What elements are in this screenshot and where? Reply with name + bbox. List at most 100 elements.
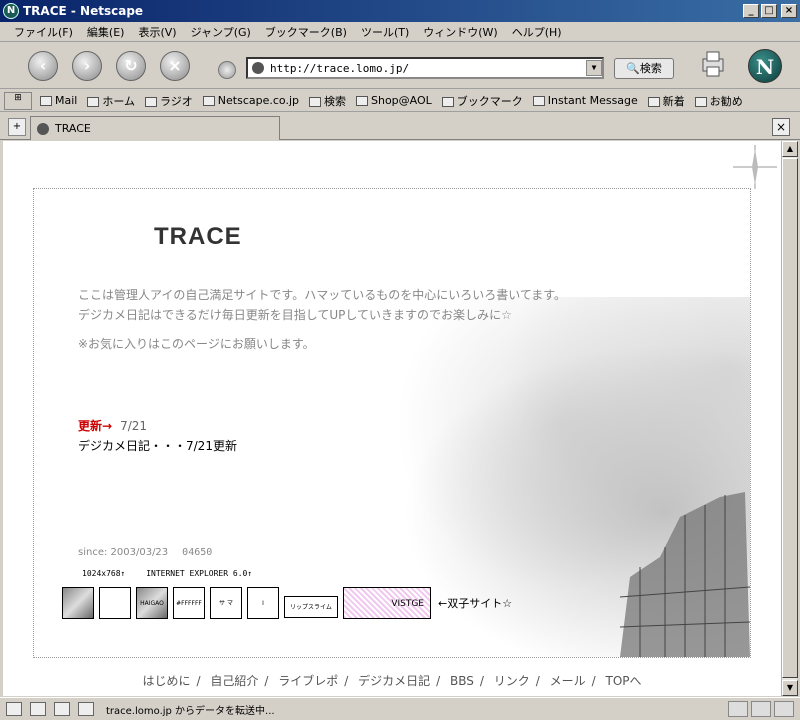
toolbar-home[interactable]: ホーム (87, 93, 135, 109)
url-dropdown-icon[interactable]: ▼ (586, 60, 602, 76)
menu-bar: ファイル(F) 編集(E) 表示(V) ジャンプ(G) ブックマーク(B) ツー… (0, 22, 800, 42)
access-counter: 04650 (182, 547, 213, 558)
scroll-up-icon[interactable]: ▲ (782, 141, 798, 157)
search-button[interactable]: 🔍検索 (614, 58, 674, 79)
tab-trace[interactable]: TRACE (30, 116, 280, 140)
toolbar-radio[interactable]: ラジオ (145, 93, 193, 109)
tab-label: TRACE (55, 122, 91, 135)
tab-bar: + TRACE × (0, 113, 800, 140)
composer-status-icon[interactable] (54, 702, 70, 716)
site-title: TRACE (154, 223, 242, 250)
toolbar-mail[interactable]: Mail (40, 94, 77, 107)
nav-intro[interactable]: はじめに (142, 674, 190, 688)
tab-favicon-icon (37, 122, 49, 135)
menu-tools[interactable]: ツール(T) (361, 24, 409, 40)
url-bar[interactable]: http://trace.lomo.jp/ ▼ (246, 57, 604, 79)
banner-link-vistge[interactable]: VISTGE (343, 587, 431, 619)
link-banners: HAIGAO #FFFFFF サ マ I リップスライム VISTGE ←双子サ… (62, 587, 512, 619)
folder-icon (441, 96, 454, 107)
headphones-icon (145, 96, 158, 107)
stop-button[interactable]: × (160, 50, 190, 81)
banner-link-7[interactable]: リップスライム (284, 596, 338, 618)
banner-link-5[interactable]: サ マ (210, 587, 242, 619)
intro-text: ここは管理人アイの自己満足サイトです。ハマッているものを中心にいろいろ書いてます… (78, 288, 567, 322)
maximize-button[interactable]: □ (761, 4, 777, 18)
toolbar-instant-message[interactable]: Instant Message (532, 94, 638, 107)
shop-icon (356, 96, 368, 106)
nav-profile[interactable]: 自己紹介 (210, 674, 258, 688)
menu-window[interactable]: ウィンドウ(W) (423, 24, 497, 40)
new-tab-icon[interactable]: + (8, 118, 26, 136)
close-window-button[interactable]: × (781, 4, 797, 18)
nav-diary[interactable]: デジカメ日記 (358, 674, 430, 688)
vertical-scrollbar[interactable]: ▲ ▼ (781, 141, 798, 696)
sibling-site-label: ←双子サイト☆ (438, 597, 513, 610)
compass-decoration-icon (733, 145, 777, 189)
banner-link-4[interactable]: #FFFFFF (173, 587, 205, 619)
banner-link-2[interactable] (99, 587, 131, 619)
online-status-icon[interactable] (728, 701, 748, 717)
mail-status-icon[interactable] (6, 702, 22, 716)
forward-button[interactable]: › (72, 50, 102, 81)
status-message: trace.lomo.jp からデータを転送中... (106, 705, 275, 717)
toolbar-grip-icon[interactable]: ⊞ (4, 91, 32, 110)
environment-info: 1024x768↑ INTERNET EXPLORER 6.0↑ (82, 569, 268, 578)
menu-bookmarks[interactable]: ブックマーク(B) (265, 24, 347, 40)
menu-help[interactable]: ヘルプ(H) (512, 24, 562, 40)
status-bar: trace.lomo.jp からデータを転送中... (0, 697, 800, 720)
toolbar-bookmarks[interactable]: ブックマーク (441, 93, 523, 109)
print-icon[interactable] (700, 49, 726, 79)
net-structure-image (620, 492, 750, 657)
bookmark-note: ※お気に入りはこのページにお願いします。 (78, 337, 315, 351)
site-favicon-icon (252, 62, 264, 74)
mail-icon (40, 96, 52, 106)
banner-link-6[interactable]: I (247, 587, 279, 619)
since-info: since: 2003/03/23 04650 (78, 547, 213, 558)
my-netscape-icon (202, 96, 215, 106)
update-info: 更新→ 7/21 (78, 417, 147, 434)
security-status-icon (78, 702, 94, 716)
navigation-toolbar: ‹ › ↻ × http://trace.lomo.jp/ ▼ 🔍検索 N (0, 43, 800, 89)
toolbar-shop[interactable]: Shop@AOL (356, 94, 432, 107)
update-date: 7/21 (120, 419, 148, 433)
reload-button[interactable]: ↻ (116, 50, 146, 81)
url-text[interactable]: http://trace.lomo.jp/ (270, 62, 409, 75)
personal-toolbar: ⊞ Mail ホーム ラジオ Netscape.co.jp 検索 Shop@AO… (0, 90, 800, 112)
toolbar-netscape[interactable]: Netscape.co.jp (202, 94, 299, 107)
nav-bbs[interactable]: BBS (450, 674, 474, 688)
netscape-logo-icon[interactable]: N (748, 49, 782, 83)
diary-update-link[interactable]: デジカメ日記・・・7/21更新 (78, 437, 237, 454)
toolbar-search[interactable]: 検索 (309, 93, 346, 109)
nav-top[interactable]: TOPへ (606, 674, 642, 688)
netscape-app-icon[interactable]: N (3, 3, 19, 19)
menu-file[interactable]: ファイル(F) (14, 24, 73, 40)
menu-go[interactable]: ジャンプ(G) (191, 24, 251, 40)
banner-link-1[interactable] (62, 587, 94, 619)
scroll-thumb[interactable] (782, 158, 798, 678)
toolbar-new[interactable]: 新着 (647, 93, 685, 109)
menu-view[interactable]: 表示(V) (138, 24, 176, 40)
title-bar: N TRACE - Netscape _ □ × (0, 0, 800, 22)
close-tab-button[interactable]: × (772, 118, 790, 136)
menu-edit[interactable]: 編集(E) (87, 24, 125, 40)
footer-navigation: はじめに / 自己紹介 / ライブレポ / デジカメ日記 / BBS / リンク / メール… (142, 674, 642, 688)
home-icon (87, 96, 100, 107)
update-label: 更新→ (78, 419, 113, 433)
nav-mail[interactable]: メール (550, 674, 586, 688)
resolution-note: 1024x768↑ (82, 569, 126, 578)
toolbar-recommend[interactable]: お勧め (694, 93, 743, 109)
nav-links[interactable]: リンク (494, 674, 530, 688)
history-dropdown-icon[interactable] (218, 61, 236, 79)
banner-link-3[interactable]: HAIGAO (136, 587, 168, 619)
minimize-button[interactable]: _ (743, 4, 759, 18)
page-content: TRACE ここは管理人アイの自己満足サイトです。ハマッているものを中心にいろい… (3, 141, 781, 696)
back-button[interactable]: ‹ (28, 50, 58, 81)
scroll-down-icon[interactable]: ▼ (782, 680, 798, 696)
nav-live-report[interactable]: ライブレポ (278, 674, 338, 688)
browser-note: INTERNET EXPLORER 6.0↑ (146, 569, 253, 578)
popup-blocker-icon[interactable] (751, 701, 771, 717)
bookmark-icon (532, 96, 545, 106)
lock-icon (774, 701, 794, 717)
magnifier-icon (309, 96, 321, 107)
aim-status-icon[interactable] (30, 702, 46, 716)
